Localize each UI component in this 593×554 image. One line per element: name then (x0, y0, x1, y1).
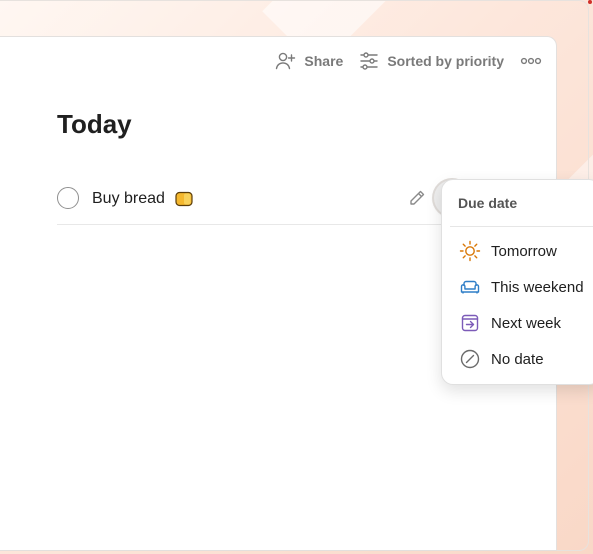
due-option-no-date[interactable]: No date (442, 342, 593, 376)
due-option-label: Next week (491, 314, 562, 332)
couch-icon (459, 276, 481, 298)
edit-icon (410, 190, 425, 205)
bread-icon (175, 191, 193, 212)
next-week-icon (459, 312, 481, 334)
task-checkbox[interactable] (57, 187, 79, 209)
due-option-this-weekend[interactable]: This weekend (442, 270, 593, 304)
menu-divider (450, 226, 593, 227)
due-option-label: This weekend (491, 278, 584, 296)
view-toolbar: Share Sorted by priority (274, 51, 542, 71)
task-label[interactable]: Buy bread (92, 190, 165, 208)
sort-button[interactable]: Sorted by priority (359, 52, 504, 70)
sun-icon (459, 240, 481, 262)
task-row[interactable]: Buy bread (57, 180, 506, 225)
more-dots-icon (520, 57, 542, 65)
window-corner-dot (588, 0, 592, 4)
due-option-tomorrow[interactable]: Tomorrow (442, 234, 593, 268)
due-option-label: Tomorrow (491, 242, 557, 260)
due-date-menu: Due date Tomorrow This weekend Next week… (441, 179, 593, 385)
share-label: Share (304, 53, 344, 69)
sort-label: Sorted by priority (387, 53, 504, 69)
add-person-icon (276, 52, 296, 70)
due-option-label: No date (491, 350, 544, 368)
sliders-icon (360, 52, 379, 70)
more-button[interactable] (520, 56, 542, 66)
no-date-icon (459, 348, 481, 370)
share-button[interactable]: Share (274, 51, 343, 71)
due-option-next-week[interactable]: Next week (442, 306, 593, 340)
edit-task-button[interactable] (400, 181, 434, 215)
due-date-header: Due date (458, 195, 518, 211)
page-title: Today (57, 109, 132, 139)
